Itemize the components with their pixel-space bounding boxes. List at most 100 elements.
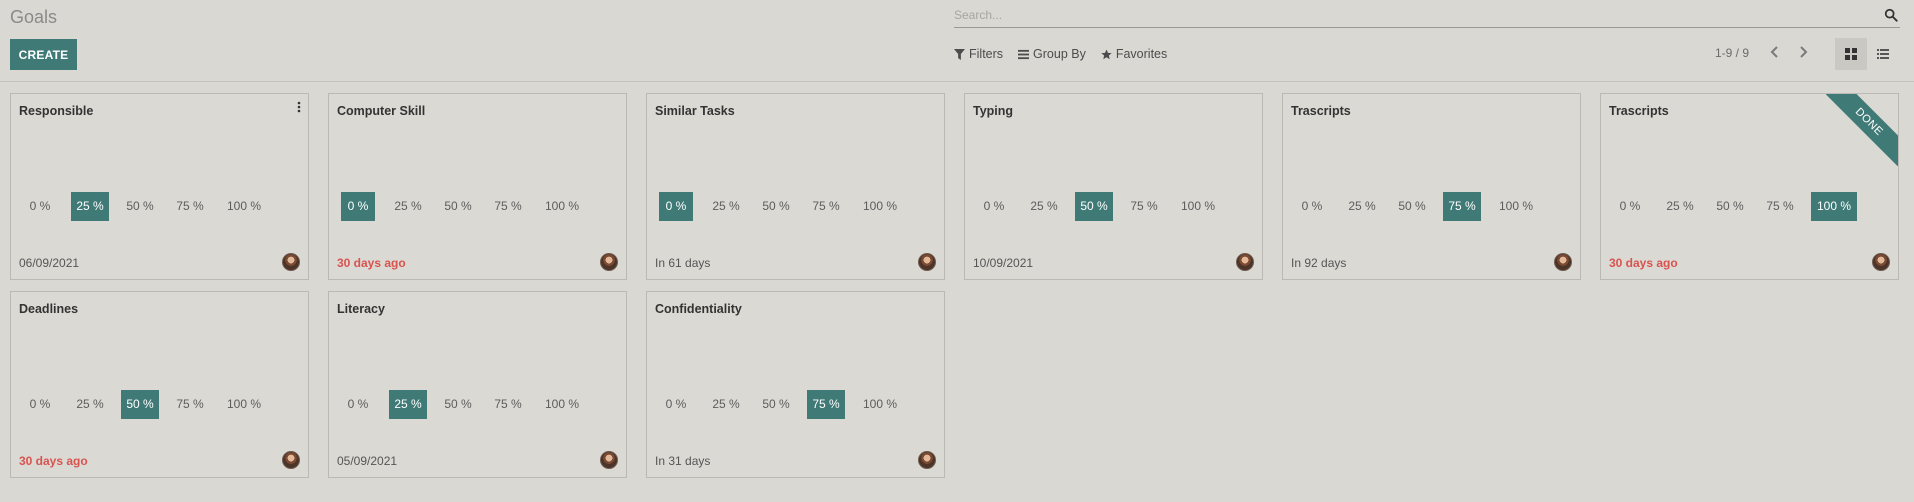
pager-value[interactable]: 1-9 / 9 [1715,46,1749,60]
goal-title: Similar Tasks [655,104,735,118]
goal-card[interactable]: Confidentiality 0 % 25 % 50 % 75 % 100 % In 31… [646,291,945,478]
level-option[interactable]: 50 % [1393,192,1431,221]
level-option[interactable]: 100 % [539,192,585,221]
avatar[interactable] [1554,253,1572,271]
avatar[interactable] [1872,253,1890,271]
level-option[interactable]: 0 % [977,192,1011,221]
level-option[interactable]: 25 % [71,390,109,419]
goal-deadline: In 61 days [655,256,711,270]
level-option[interactable]: 0 % [23,390,57,419]
level-option[interactable]: 75 % [489,390,527,419]
goal-deadline: 10/09/2021 [973,256,1034,270]
list-bars-icon [1018,49,1030,59]
groupby-label: Group By [1033,47,1086,61]
chevron-left-icon[interactable] [1767,44,1783,60]
goal-card[interactable]: Computer Skill 0 % 25 % 50 % 75 % 100 % 30 day… [328,93,627,280]
level-option[interactable]: 0 % [23,192,57,221]
goal-card[interactable]: Trascripts 0 % 25 % 50 % 75 % 100 % In 92 days [1282,93,1581,280]
level-option[interactable]: 0 % [1295,192,1329,221]
level-option[interactable]: 50 % [1711,192,1749,221]
chevron-right-icon[interactable] [1795,44,1811,60]
level-option[interactable]: 50 % [121,390,159,419]
page-title: Goals [10,7,58,27]
level-option[interactable]: 0 % [1613,192,1647,221]
level-option[interactable]: 50 % [757,192,795,221]
goal-card[interactable]: Typing 0 % 25 % 50 % 75 % 100 % 10/09/2021 [964,93,1263,280]
filters-label: Filters [969,47,1004,61]
level-option[interactable]: 50 % [757,390,795,419]
level-option[interactable]: 100 % [1175,192,1221,221]
goal-deadline: In 31 days [655,454,711,468]
level-option[interactable]: 75 % [171,192,209,221]
filter-icon [954,48,965,60]
goal-title: Trascripts [1609,104,1669,118]
goal-card[interactable]: Similar Tasks 0 % 25 % 50 % 75 % 100 % In 61 d… [646,93,945,280]
level-option[interactable]: 25 % [1025,192,1063,221]
level-option[interactable]: 25 % [389,192,427,221]
goal-title: Responsible [19,104,94,118]
search-icon[interactable] [1884,8,1898,22]
level-option[interactable]: 100 % [221,390,267,419]
avatar[interactable] [282,451,300,469]
level-option[interactable]: 50 % [439,390,477,419]
kanban-view-button[interactable] [1835,38,1867,70]
avatar[interactable] [918,253,936,271]
avatar[interactable] [918,451,936,469]
level-option[interactable]: 25 % [71,192,109,221]
favorites-toggle[interactable]: Favorites [1101,47,1167,61]
level-option[interactable]: 75 % [489,192,527,221]
level-option[interactable]: 100 % [1493,192,1539,221]
level-option[interactable]: 100 % [857,390,903,419]
level-option[interactable]: 0 % [659,192,693,221]
goal-card[interactable]: Responsible 0 % 25 % 50 % 75 % 100 % 06/09/202… [10,93,309,280]
level-option[interactable]: 25 % [389,390,427,419]
avatar[interactable] [600,253,618,271]
level-option[interactable]: 100 % [221,192,267,221]
search-options: Filters Group By Favorites [954,47,1167,61]
level-option[interactable]: 100 % [539,390,585,419]
level-option[interactable]: 25 % [1343,192,1381,221]
goal-card[interactable]: Literacy 0 % 25 % 50 % 75 % 100 % 05/09/2021 [328,291,627,478]
level-option[interactable]: 100 % [857,192,903,221]
control-panel: Goals CREATE Filters Group By Favorites … [0,0,1914,82]
goal-card[interactable]: Trascripts 0 % 25 % 50 % 75 % 100 % 30 days ag… [1600,93,1899,280]
level-option[interactable]: 0 % [659,390,693,419]
level-option[interactable]: 75 % [1761,192,1799,221]
level-option[interactable]: 100 % [1811,192,1857,221]
level-option[interactable]: 50 % [121,192,159,221]
avatar[interactable] [600,451,618,469]
goal-deadline: 30 days ago [1609,256,1678,270]
level-option[interactable]: 75 % [1443,192,1481,221]
level-option[interactable]: 75 % [1125,192,1163,221]
avatar[interactable] [282,253,300,271]
star-icon [1101,48,1112,59]
level-option[interactable]: 25 % [707,390,745,419]
list-view-button[interactable] [1867,38,1899,70]
level-option[interactable]: 50 % [1075,192,1113,221]
level-option[interactable]: 0 % [341,390,375,419]
goal-deadline: 06/09/2021 [19,256,80,270]
goal-title: Computer Skill [337,104,426,118]
goal-deadline: 30 days ago [337,256,406,270]
search-input[interactable] [954,5,1854,25]
kanban-view-icon [1845,48,1857,60]
filters-toggle[interactable]: Filters [954,47,1003,61]
level-option[interactable]: 50 % [439,192,477,221]
goal-deadline: In 92 days [1291,256,1347,270]
level-option[interactable]: 25 % [1661,192,1699,221]
create-button[interactable]: CREATE [10,39,77,70]
groupby-toggle[interactable]: Group By [1018,47,1086,61]
level-option[interactable]: 0 % [341,192,375,221]
level-option[interactable]: 25 % [707,192,745,221]
level-option[interactable]: 75 % [171,390,209,419]
level-option[interactable]: 75 % [807,192,845,221]
favorites-label: Favorites [1115,47,1168,61]
search-bar [954,5,1900,28]
goal-deadline: 05/09/2021 [337,454,398,468]
goal-title: Confidentiality [655,302,742,316]
vertical-dots-icon[interactable] [296,101,302,113]
level-option[interactable]: 75 % [807,390,845,419]
goal-card[interactable]: Deadlines 0 % 25 % 50 % 75 % 100 % 30 days ago [10,291,309,478]
avatar[interactable] [1236,253,1254,271]
list-view-icon [1877,49,1889,59]
